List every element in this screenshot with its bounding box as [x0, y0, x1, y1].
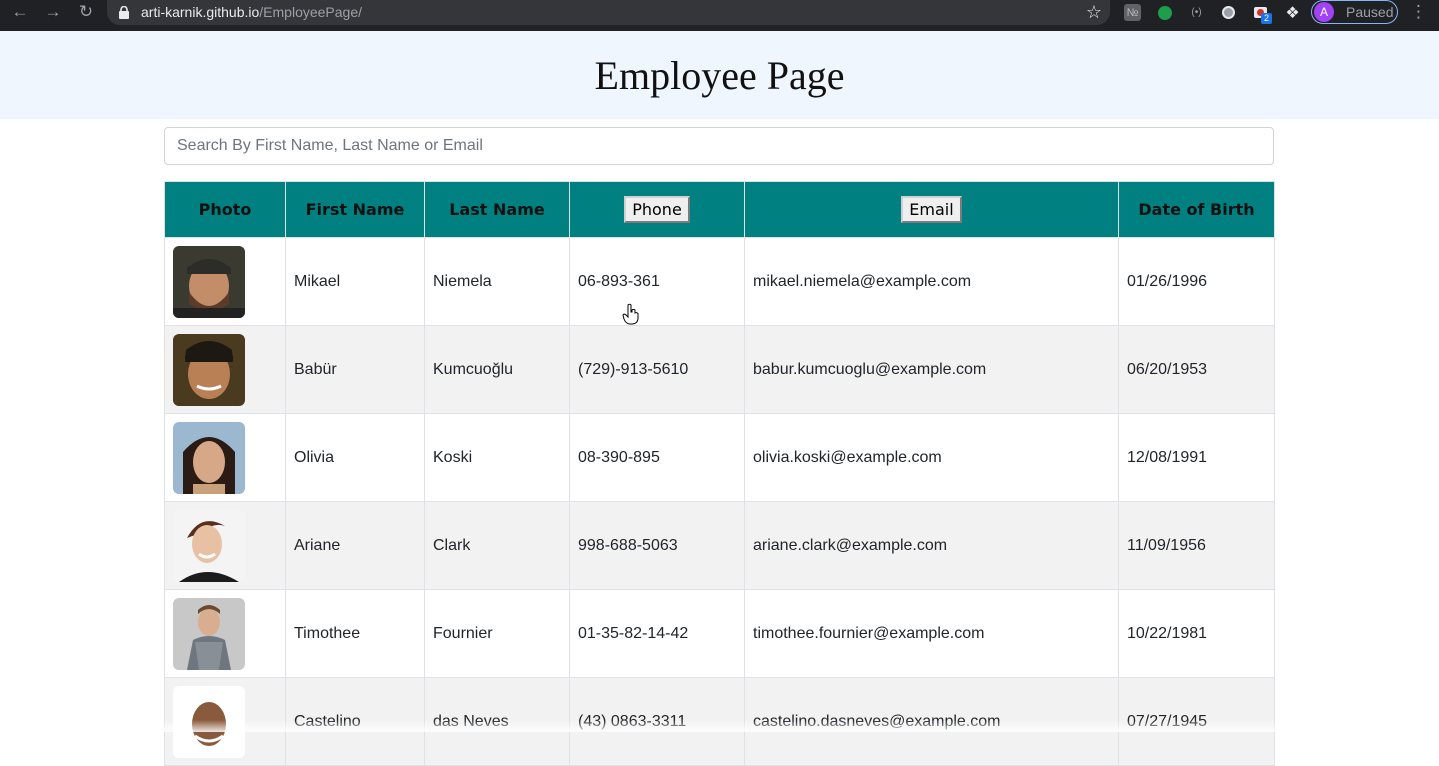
- email-cell: olivia.koski@example.com: [744, 413, 1119, 502]
- header-dob: Date of Birth: [1118, 181, 1275, 238]
- employee-photo: [173, 509, 245, 582]
- last-name-cell: Clark: [424, 501, 570, 590]
- table-row: Olivia Koski 08-390-895 olivia.koski@exa…: [164, 413, 1275, 502]
- photo-cell: [164, 413, 286, 502]
- photo-cell: [164, 589, 286, 678]
- phone-cell: 08-390-895: [569, 413, 745, 502]
- dob-cell: 12/08/1991: [1118, 413, 1275, 502]
- employee-table: Photo First Name Last Name Phone Email D…: [164, 181, 1275, 766]
- photo-cell: [164, 325, 286, 414]
- dob-cell: 01/26/1996: [1118, 237, 1275, 326]
- back-arrow-icon[interactable]: ←: [8, 0, 32, 24]
- url-path: /EmployeePage/: [259, 4, 363, 20]
- phone-cell: 01-35-82-14-42: [569, 589, 745, 678]
- browser-toolbar: ← → ↻ arti-karnik.github.io/EmployeePage…: [0, 0, 1439, 31]
- phone-cell: (729)-913-5610: [569, 325, 745, 414]
- extension-tampermonkey-icon[interactable]: №: [1124, 4, 1141, 21]
- extension-code-icon[interactable]: (•): [1188, 4, 1205, 21]
- last-name-cell: Kumcuoğlu: [424, 325, 570, 414]
- first-name-cell: Mikael: [285, 237, 425, 326]
- employee-photo: [173, 421, 245, 494]
- url-host: arti-karnik.github.io: [141, 4, 260, 20]
- email-cell: ariane.clark@example.com: [744, 501, 1119, 590]
- lock-icon: [119, 6, 129, 19]
- photo-cell: [164, 237, 286, 326]
- header-photo: Photo: [164, 181, 286, 238]
- email-cell: timothee.fournier@example.com: [744, 589, 1119, 678]
- avatar: A: [1314, 2, 1334, 22]
- employee-photo: [173, 597, 245, 670]
- profile-status: Paused: [1346, 4, 1394, 20]
- header-first-name: First Name: [285, 181, 425, 238]
- dob-cell: 11/09/1956: [1118, 501, 1275, 590]
- extensions-puzzle-icon[interactable]: ❖: [1284, 4, 1301, 22]
- table-row: Babür Kumcuoğlu (729)-913-5610 babur.kum…: [164, 325, 1275, 414]
- page-title: Employee Page: [594, 52, 845, 98]
- hand-cursor-icon: [622, 303, 639, 325]
- bookmark-star-icon[interactable]: ☆: [1086, 2, 1102, 23]
- email-cell: mikael.niemela@example.com: [744, 237, 1119, 326]
- employee-photo: [173, 245, 245, 318]
- reload-icon[interactable]: ↻: [74, 0, 98, 24]
- dob-cell: 10/22/1981: [1118, 589, 1275, 678]
- first-name-cell: Timothee: [285, 589, 425, 678]
- phone-cell: 06-893-361: [569, 237, 745, 326]
- extension-screencast-icon[interactable]: 2: [1252, 4, 1273, 24]
- table-row: Mikael Niemela 06-893-361 mikael.niemela…: [164, 237, 1275, 326]
- scroll-fade: [0, 720, 1439, 732]
- employee-photo: [173, 333, 245, 406]
- sort-phone-button[interactable]: Phone: [624, 196, 690, 223]
- extension-record-icon[interactable]: [1220, 4, 1237, 21]
- profile-button[interactable]: A Paused: [1311, 0, 1398, 24]
- address-bar[interactable]: arti-karnik.github.io/EmployeePage/ ☆: [107, 0, 1110, 25]
- extension-badge: 2: [1261, 13, 1273, 24]
- dob-cell: 06/20/1953: [1118, 325, 1275, 414]
- last-name-cell: Fournier: [424, 589, 570, 678]
- photo-cell: [164, 501, 286, 590]
- first-name-cell: Ariane: [285, 501, 425, 590]
- extension-green-icon[interactable]: [1156, 4, 1173, 21]
- forward-arrow-icon[interactable]: →: [41, 0, 65, 24]
- header-last-name: Last Name: [424, 181, 570, 238]
- table-header-row: Photo First Name Last Name Phone Email D…: [164, 181, 1275, 238]
- header-email: Email: [744, 181, 1119, 238]
- page-header: Employee Page: [0, 31, 1439, 119]
- search-input[interactable]: [164, 127, 1274, 165]
- table-row: Timothee Fournier 01-35-82-14-42 timothe…: [164, 589, 1275, 678]
- first-name-cell: Babür: [285, 325, 425, 414]
- table-row: Ariane Clark 998-688-5063 ariane.clark@e…: [164, 501, 1275, 590]
- last-name-cell: Niemela: [424, 237, 570, 326]
- more-options-icon[interactable]: ⋮: [1410, 2, 1427, 22]
- email-cell: babur.kumcuoglu@example.com: [744, 325, 1119, 414]
- url-text: arti-karnik.github.io/EmployeePage/: [141, 4, 362, 20]
- phone-cell: 998-688-5063: [569, 501, 745, 590]
- last-name-cell: Koski: [424, 413, 570, 502]
- first-name-cell: Olivia: [285, 413, 425, 502]
- sort-email-button[interactable]: Email: [901, 196, 962, 223]
- header-phone: Phone: [569, 181, 745, 238]
